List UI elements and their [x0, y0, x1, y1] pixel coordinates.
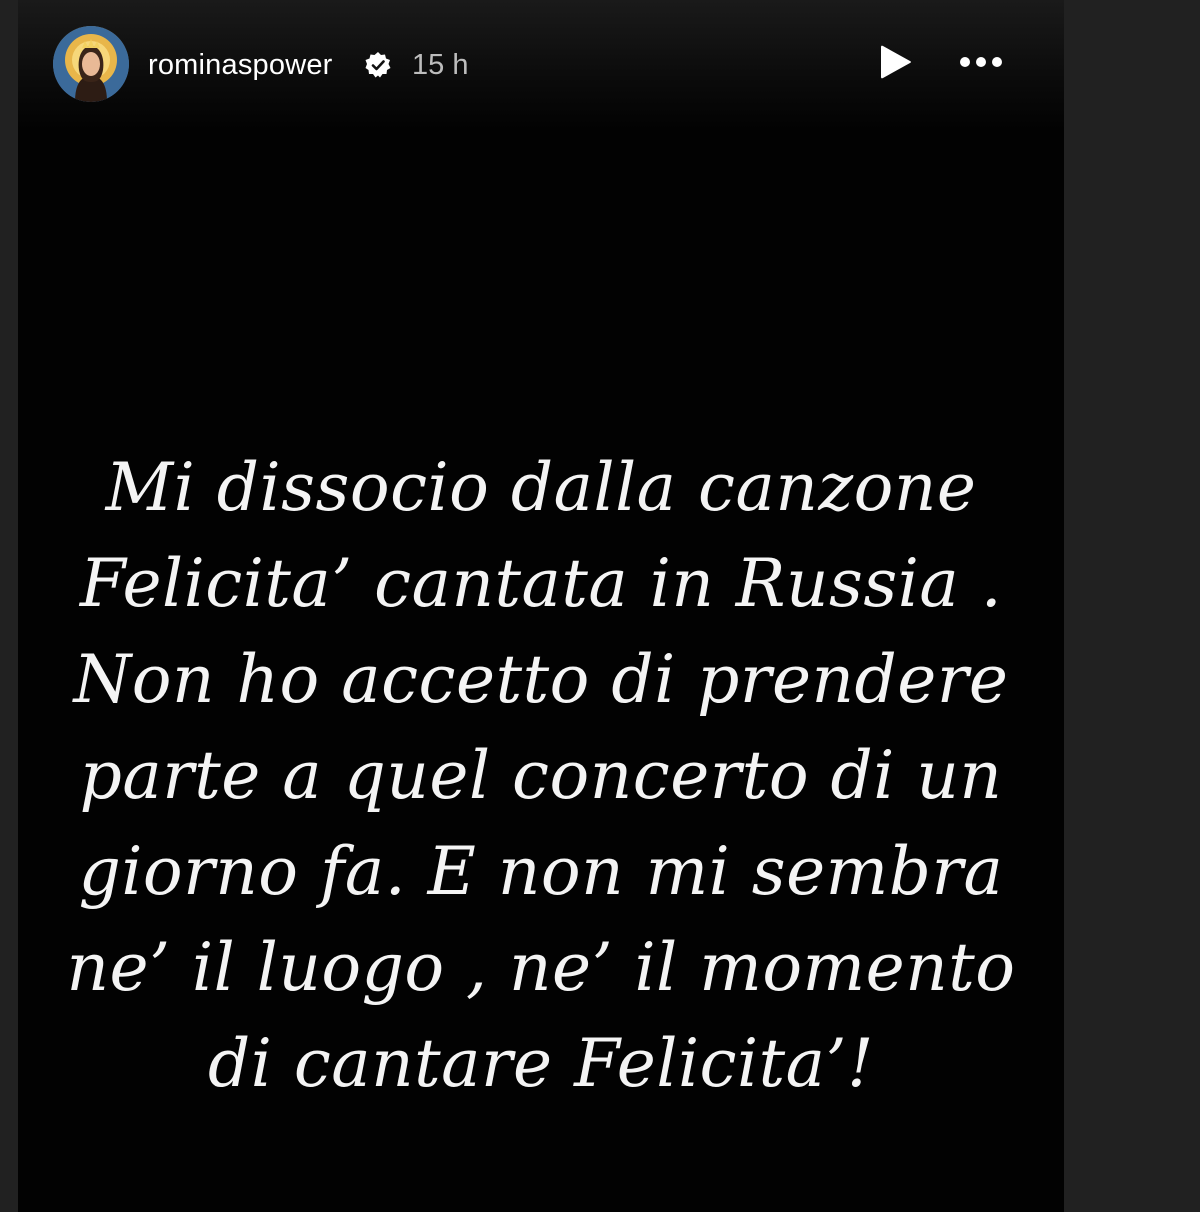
verified-badge-icon [364, 51, 392, 79]
message-line: Mi dissocio dalla canzone [105, 449, 977, 526]
message-line: parte a quel concerto di un [79, 737, 1003, 814]
post-timestamp: 15 h [412, 49, 469, 81]
message-line: Non ho accetto di prendere [73, 641, 1009, 718]
username-link[interactable]: rominaspower [148, 46, 333, 84]
story-text-message: Mi dissocio dalla canzone Felicita’ cant… [38, 440, 1044, 1112]
message-line: ne’ il luogo , ne’ il momento [66, 929, 1016, 1006]
story-viewer[interactable]: rominaspower 15 h Mi dissocio dalla canz… [18, 0, 1064, 1212]
more-options-icon[interactable] [954, 46, 1010, 78]
page: rominaspower 15 h Mi dissocio dalla canz… [0, 0, 1200, 1212]
profile-avatar-icon[interactable] [53, 26, 129, 102]
message-line: giorno fa. E non mi sembra [78, 833, 1004, 910]
play-icon[interactable] [876, 42, 916, 82]
message-line: Felicita’ cantata in Russia . [79, 545, 1003, 622]
story-header: rominaspower 15 h [18, 0, 1064, 130]
message-line: di cantare Felicita’! [207, 1025, 875, 1102]
